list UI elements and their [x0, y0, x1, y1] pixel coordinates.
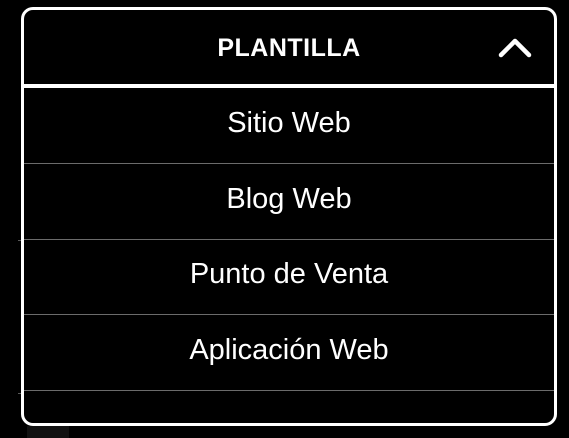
option-label: Punto de Venta [189, 258, 389, 291]
background-element [27, 426, 69, 438]
dropdown-header[interactable]: PLANTILLA [24, 10, 554, 88]
dropdown-title: PLANTILLA [217, 33, 361, 62]
chevron-up-icon[interactable] [498, 36, 532, 58]
option-aplicacion-web[interactable]: Aplicación Web [24, 315, 554, 391]
option-label: Aplicación Web [189, 333, 389, 366]
option-punto-de-venta[interactable]: Punto de Venta [24, 240, 554, 315]
dropdown-options-list: Sitio Web Blog Web Punto de Venta Aplica… [24, 88, 554, 391]
option-blog-web[interactable]: Blog Web [24, 164, 554, 240]
option-sitio-web[interactable]: Sitio Web [24, 88, 554, 164]
plantilla-dropdown: PLANTILLA Sitio Web Blog Web Punto de Ve… [21, 7, 557, 426]
option-label: Blog Web [226, 182, 352, 215]
option-label: Sitio Web [227, 107, 351, 139]
